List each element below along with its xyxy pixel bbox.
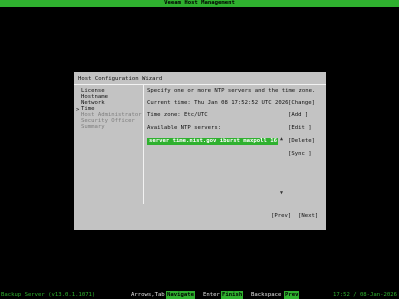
next-button[interactable]: [Next] (298, 213, 318, 220)
prev-hint: Prev (284, 291, 300, 299)
current-time-text: Current time: Thu Jan 08 17:52:52 UTC 20… (147, 100, 289, 106)
dialog-title: Host Configuration Wizard (78, 76, 163, 82)
navigate-key: Arrows,Tab (131, 292, 165, 298)
server-version: Backup Server (v13.0.1.1071) (1, 292, 96, 298)
ntp-server-entry: server time.nist.gov iburst maxpoll 16 (149, 138, 277, 144)
delete-button[interactable]: [Delete] (288, 138, 315, 145)
add-button[interactable]: [Add ] (288, 112, 308, 119)
ntp-server-list-item[interactable]: server time.nist.gov iburst maxpoll 16 (147, 138, 278, 145)
wizard-steps: License Hostname Network Time Host Admin… (81, 88, 142, 130)
ntp-servers-label: Available NTP servers: (147, 125, 222, 131)
backspace-key: Backspace (251, 292, 282, 298)
change-button[interactable]: [Change] (288, 100, 315, 107)
time-zone-text: Time zone: Etc/UTC (147, 112, 208, 118)
current-step-arrow-icon: > (76, 107, 80, 113)
dialog-nav-divider (143, 85, 144, 204)
edit-button[interactable]: [Edit ] (288, 125, 312, 132)
enter-key: Enter (203, 292, 220, 298)
step-summary: Summary (81, 124, 105, 130)
clock: 17:52 / 08-Jan-2026 (333, 292, 397, 298)
navigate-hint: Navigate (166, 291, 195, 299)
ntp-list-scrollbar[interactable]: ▲ ▼ (279, 137, 284, 196)
host-configuration-wizard: Host Configuration Wizard > License Host… (74, 72, 326, 230)
finish-hint: Finish (221, 291, 244, 299)
scroll-down-icon[interactable]: ▼ (279, 190, 284, 196)
instruction-text: Specify one or more NTP servers and the … (147, 88, 316, 94)
sync-button[interactable]: [Sync ] (288, 151, 312, 158)
app-title-bar: Veeam Host Management (0, 0, 399, 7)
app-title: Veeam Host Management (164, 0, 235, 6)
dialog-header-divider (74, 84, 326, 85)
prev-button[interactable]: [Prev] (271, 213, 291, 220)
status-bar: Backup Server (v13.0.1.1071) Arrows,Tab … (0, 291, 399, 299)
